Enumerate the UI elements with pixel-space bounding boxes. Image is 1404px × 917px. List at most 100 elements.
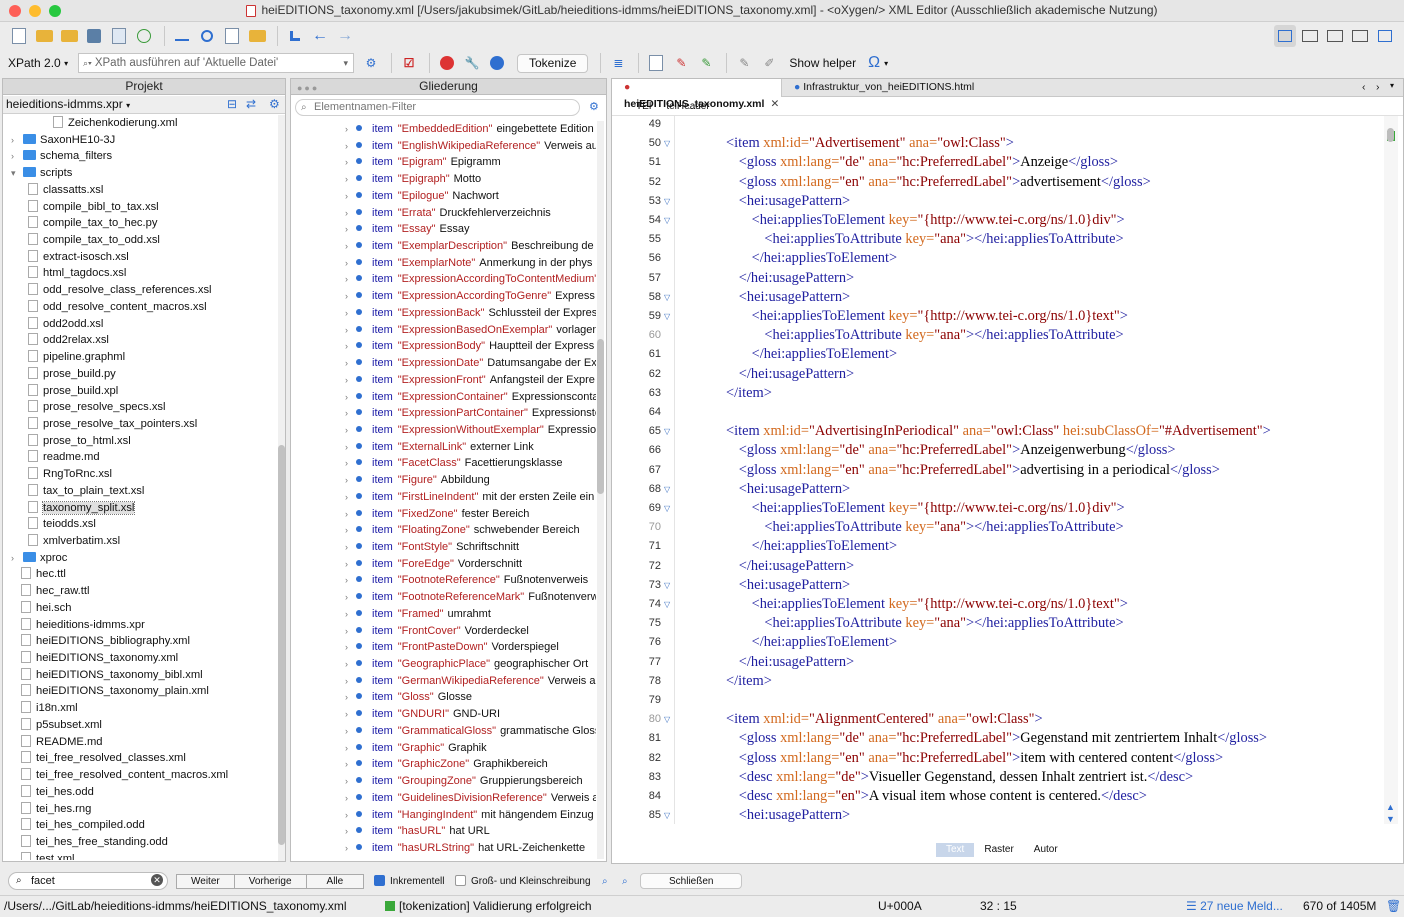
previous-problem-icon[interactable]: ▼ (1386, 814, 1395, 824)
outline-item[interactable]: › item "ExemplarDescription" Beschreibung d… (345, 238, 594, 255)
tree-file[interactable]: odd2odd.xsl (28, 316, 103, 333)
outline-item[interactable]: › item "FontStyle" Schriftschnitt (345, 539, 519, 556)
tree-file[interactable]: heiEDITIONS_taxonomy_plain.xml (11, 683, 209, 700)
tree-folder[interactable]: › SaxonHE10-3J (11, 132, 115, 149)
edit-button[interactable]: ✎ (733, 52, 755, 74)
tree-file[interactable]: taxonomy_split.xsl (28, 500, 136, 517)
outline-item[interactable]: › item "ExpressionDate" Datumsangabe der Ex (345, 355, 596, 372)
chevron-right-icon[interactable]: › (345, 208, 348, 218)
tree-file[interactable]: tei_hes.rng (11, 801, 91, 818)
outline-item[interactable]: › item "Epigram" Epigramm (345, 154, 501, 171)
chevron-right-icon[interactable]: › (345, 826, 348, 836)
outline-item[interactable]: › item "Framed" umrahmt (345, 606, 491, 623)
tree-file[interactable]: compile_tax_to_hec.py (28, 215, 157, 232)
chevron-right-icon[interactable]: › (345, 425, 348, 435)
forward-button[interactable]: → (334, 25, 356, 47)
close-find-button[interactable]: Schließen (640, 873, 743, 889)
gear-icon[interactable]: ⚙ (589, 100, 599, 113)
tree-file[interactable]: odd_resolve_class_references.xsl (28, 282, 212, 299)
outline-item[interactable]: › item "FixedZone" fester Bereich (345, 506, 529, 523)
zoom-window-button[interactable] (49, 5, 61, 17)
xpath-settings-button[interactable]: ⚙ (360, 52, 382, 74)
tree-folder[interactable]: › schema_filters (11, 148, 112, 165)
spellcheck-button[interactable] (171, 25, 193, 47)
outline-item[interactable]: › item "FrontCover" Vorderdeckel (345, 623, 529, 640)
reload-button[interactable] (133, 25, 155, 47)
outline-item[interactable]: › item "GrammaticalGloss" grammatische Glos… (345, 723, 596, 740)
fold-toggle-icon[interactable]: ▽ (664, 216, 670, 225)
outline-item[interactable]: › item "Gloss" Glosse (345, 689, 472, 706)
chevron-right-icon[interactable]: › (345, 492, 348, 502)
outline-scrollbar[interactable] (597, 121, 604, 859)
tree-file[interactable]: i18n.xml (11, 700, 78, 717)
insert-character-button[interactable]: Ω ▾ (862, 52, 894, 74)
outline-item[interactable]: › item "HangingIndent" mit hängendem Einzug (345, 807, 594, 824)
chevron-right-icon[interactable]: › (345, 308, 348, 318)
outline-item[interactable]: › item "FacetClass" Facettierungsklasse (345, 455, 562, 472)
project-selector[interactable]: heieditions-idmms.xpr ▾ ⊟ ⇄ ⚙ (3, 96, 285, 114)
code-area[interactable]: 49 50 ▽ 51 52 53 ▽ 54 ▽ 55 56 57 58 ▽ 59 ▽ 60 61 62 63 64 65 ▽… (612, 116, 1382, 824)
find-button[interactable] (196, 25, 218, 47)
validate-button[interactable]: ☑ (398, 52, 420, 74)
fold-toggle-icon[interactable]: ▽ (664, 293, 670, 302)
debug-button[interactable] (486, 52, 508, 74)
outline-item[interactable]: › item "Graphic" Graphik (345, 740, 487, 757)
fold-toggle-icon[interactable]: ▽ (664, 504, 670, 513)
tree-file[interactable]: teiodds.xsl (28, 516, 96, 533)
tree-file[interactable]: heiEDITIONS_taxonomy_bibl.xml (11, 667, 203, 684)
tree-file[interactable]: hec.ttl (11, 566, 66, 583)
chevron-right-icon[interactable]: › (345, 124, 348, 134)
chevron-right-icon[interactable]: › (345, 592, 348, 602)
chevron-down-icon[interactable]: ▾ (11, 165, 23, 182)
chevron-right-icon[interactable]: › (345, 525, 348, 535)
tree-file[interactable]: readme.md (28, 449, 100, 466)
outline-item[interactable]: › item "Essay" Essay (345, 221, 470, 238)
tree-file[interactable]: RngToRnc.xsl (28, 466, 112, 483)
chevron-right-icon[interactable]: › (345, 743, 348, 753)
gear-icon[interactable]: ⚙ (269, 96, 280, 113)
format-indent-button[interactable]: ≣ (607, 52, 629, 74)
open-url-button[interactable] (58, 25, 80, 47)
outline-item[interactable]: › item "ExpressionContainer" Expressionscon… (345, 389, 596, 406)
tag-pin-button[interactable]: ✎ (670, 52, 692, 74)
chevron-right-icon[interactable]: › (345, 174, 348, 184)
pin-tool-button[interactable]: ✐ (758, 52, 780, 74)
chevron-right-icon[interactable]: › (345, 241, 348, 251)
tree-file[interactable]: pipeline.graphml (28, 349, 125, 366)
open-file-button[interactable] (33, 25, 55, 47)
save-all-button[interactable] (108, 25, 130, 47)
tree-file[interactable]: Zeichenkodierung.xml (45, 115, 177, 132)
tokenize-button[interactable]: Tokenize (517, 53, 589, 73)
outline-item[interactable]: › item "GroupingZone" Gruppierungsbereich (345, 773, 583, 790)
xpath-version-dropdown[interactable]: XPath 2.0 ▾ (4, 53, 72, 73)
find-all-button[interactable]: Alle (305, 873, 365, 889)
outline-item[interactable]: › item "ExpressionBody" Hauptteil der Expre… (345, 338, 594, 355)
tree-file[interactable]: hec_raw.ttl (11, 583, 89, 600)
tree-file[interactable]: p5subset.xml (11, 717, 102, 734)
case-sensitive-checkbox[interactable]: Groß- und Kleinschreibung (455, 875, 591, 887)
chevron-right-icon[interactable]: › (345, 141, 348, 151)
chevron-right-icon[interactable]: › (345, 642, 348, 652)
chevron-right-icon[interactable]: › (345, 793, 348, 803)
outline-item[interactable]: › item "GuidelinesDivisionReference" Verwei… (345, 790, 596, 807)
minimize-window-button[interactable] (29, 5, 41, 17)
find-replace-icon[interactable]: ⌕ (622, 876, 628, 887)
chevron-right-icon[interactable]: › (345, 759, 348, 769)
tree-file[interactable]: tei_hes_free_standing.odd (11, 834, 168, 851)
text-layout-button[interactable] (1274, 25, 1296, 47)
chevron-right-icon[interactable]: › (345, 726, 348, 736)
chevron-right-icon[interactable]: › (345, 224, 348, 234)
chevron-right-icon[interactable]: › (345, 676, 348, 686)
layout-switch-button[interactable] (1374, 25, 1396, 47)
back-button[interactable]: ← (309, 25, 331, 47)
outline-item[interactable]: › item "ExpressionWithoutExemplar" Expressi… (345, 422, 596, 439)
editor-scrollbar[interactable]: ▲ ▼ (1384, 116, 1398, 824)
chevron-right-icon[interactable]: › (345, 659, 348, 669)
chevron-right-icon[interactable]: › (345, 810, 348, 820)
tree-file[interactable]: tei_hes.odd (11, 784, 94, 801)
tree-file[interactable]: tax_to_plain_text.xsl (28, 483, 144, 500)
outline-item[interactable]: › item "ExpressionBasedOnExemplar" vorlagen (345, 322, 596, 339)
outline-item[interactable]: › item "Errata" Druckfehlerverzeichnis (345, 205, 551, 222)
link-editor-icon[interactable]: ⇄ (246, 96, 256, 113)
breadcrumb-item-tei[interactable]: TEI (636, 101, 652, 112)
